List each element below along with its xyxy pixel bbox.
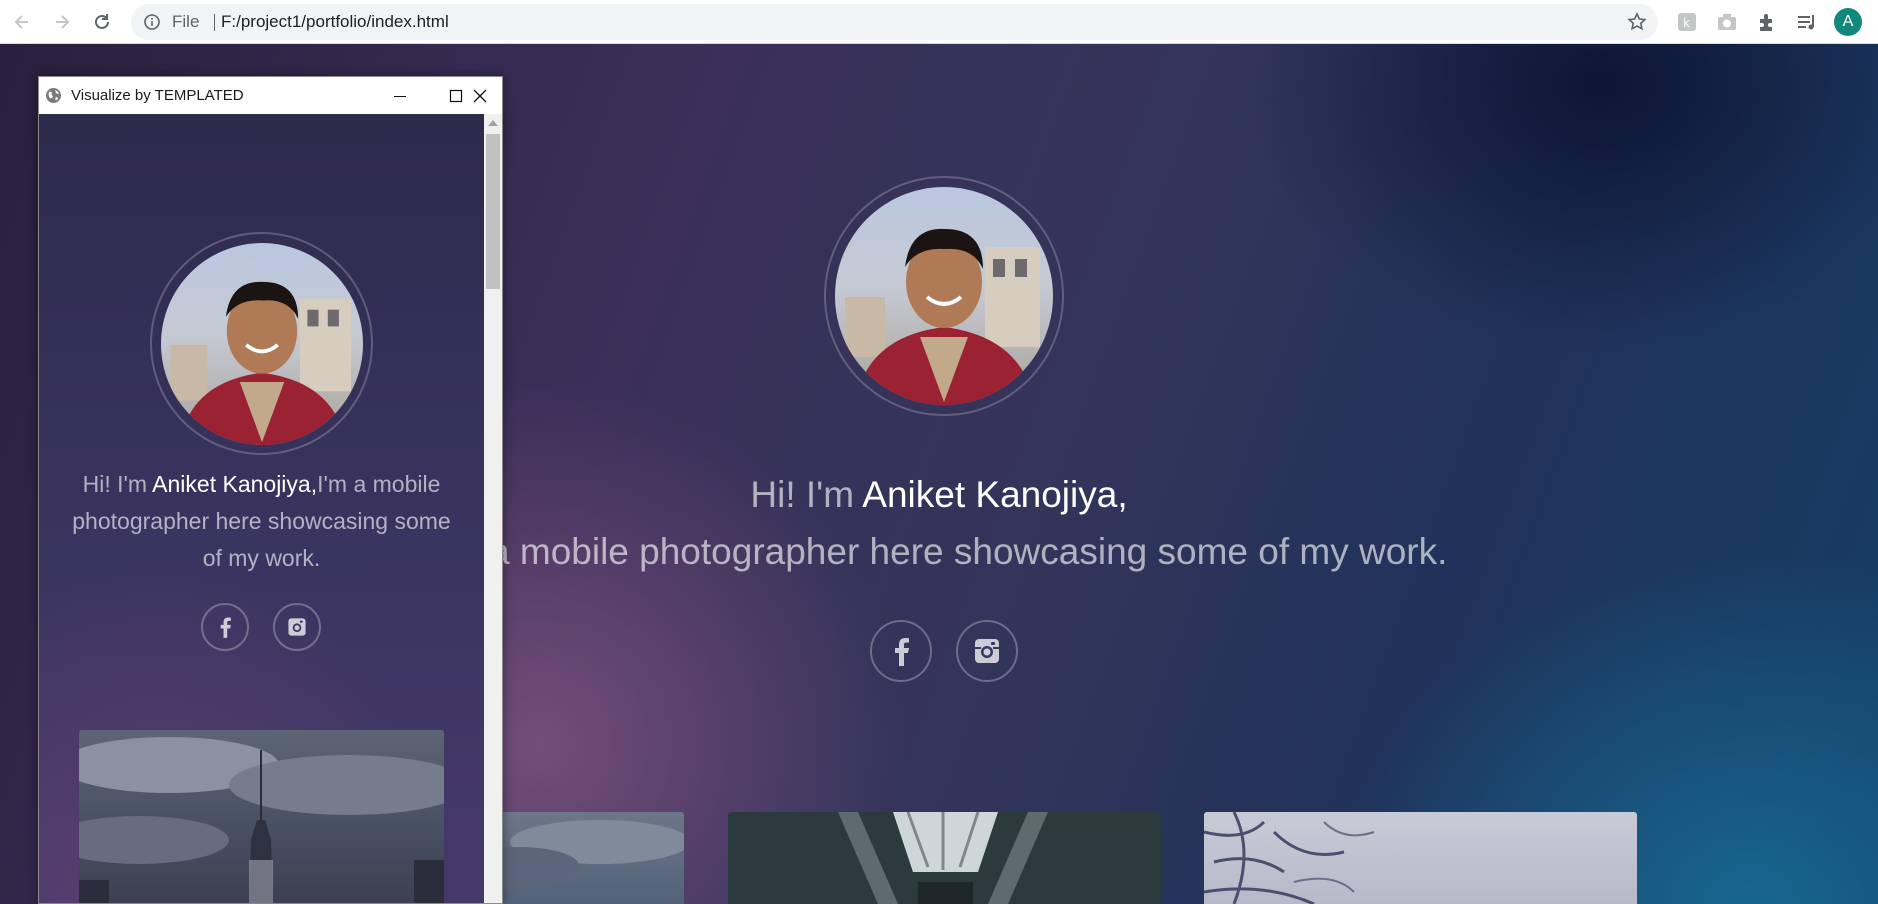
back-button[interactable]: [8, 8, 36, 36]
browser-toolbar: File F:/project1/portfolio/index.html k …: [0, 0, 1878, 44]
author-name: Aniket Kanojiya,: [862, 474, 1128, 515]
scheme-label: File: [172, 12, 200, 31]
corridor-photo-thumbnail: [838, 812, 1048, 904]
camera-icon[interactable]: [1715, 10, 1739, 34]
city-photo-thumbnail: [79, 737, 444, 903]
facebook-icon: [895, 638, 909, 666]
info-icon[interactable]: [143, 13, 161, 31]
avatar: [150, 232, 373, 455]
gallery-thumbnail-tree[interactable]: [1204, 812, 1637, 904]
reload-icon: [95, 14, 109, 29]
instagram-icon: [975, 639, 999, 663]
profile-photo: [835, 187, 1053, 405]
popup-content: Hi! I'm Aniket Kanojiya,I'm a mobile pho…: [39, 114, 484, 903]
popup-window: Visualize by TEMPLATED Hi! I'm Aniket Ka…: [38, 76, 503, 904]
profile-photo: [160, 242, 363, 445]
address-bar[interactable]: File F:/project1/portfolio/index.html: [131, 4, 1658, 40]
gallery-thumbnail-corridor[interactable]: [728, 812, 1161, 904]
close-button[interactable]: [457, 77, 502, 114]
forward-button[interactable]: [48, 8, 76, 36]
author-name: Aniket Kanojiya,: [152, 471, 318, 497]
instagram-icon: [288, 618, 306, 636]
city-photo-thumbnail: [480, 820, 684, 887]
facebook-button[interactable]: [870, 620, 932, 682]
close-icon: [473, 89, 486, 102]
svg-text:k: k: [1683, 16, 1690, 30]
greeting-text: Hi! I'm: [82, 471, 153, 497]
popup-title: Visualize by TEMPLATED: [71, 87, 244, 104]
profile-button[interactable]: A: [1834, 8, 1862, 36]
scroll-thumb[interactable]: [486, 134, 500, 289]
gallery-thumbnail-city[interactable]: [79, 730, 444, 903]
minimize-button[interactable]: [372, 77, 428, 114]
extension-icon[interactable]: k: [1675, 10, 1699, 34]
omnibox-separator: [214, 14, 215, 31]
facebook-button[interactable]: [201, 603, 249, 651]
popup-intro-text: Hi! I'm Aniket Kanojiya,I'm a mobile pho…: [69, 466, 454, 577]
url-text[interactable]: F:/project1/portfolio/index.html: [221, 4, 449, 40]
scroll-up-arrow[interactable]: [488, 120, 498, 126]
popup-titlebar[interactable]: Visualize by TEMPLATED: [39, 77, 502, 114]
greeting-text: Hi! I'm: [750, 474, 863, 515]
arrow-right-icon: [56, 15, 70, 29]
popup-scrollbar[interactable]: [484, 114, 502, 903]
reload-button[interactable]: [88, 8, 116, 36]
instagram-button[interactable]: [956, 620, 1018, 682]
snowy-tree-photo-thumbnail: [1204, 812, 1375, 904]
arrow-left-icon: [14, 15, 28, 29]
puzzle-icon[interactable]: [1755, 10, 1779, 34]
gallery-thumbnail-city[interactable]: [480, 812, 684, 904]
facebook-icon: [220, 617, 231, 638]
instagram-button[interactable]: [273, 603, 321, 651]
media-queue-icon[interactable]: [1795, 10, 1819, 34]
globe-icon: [46, 88, 61, 103]
avatar: [824, 176, 1064, 416]
star-icon[interactable]: [1626, 11, 1648, 33]
minimize-icon: [394, 95, 406, 97]
